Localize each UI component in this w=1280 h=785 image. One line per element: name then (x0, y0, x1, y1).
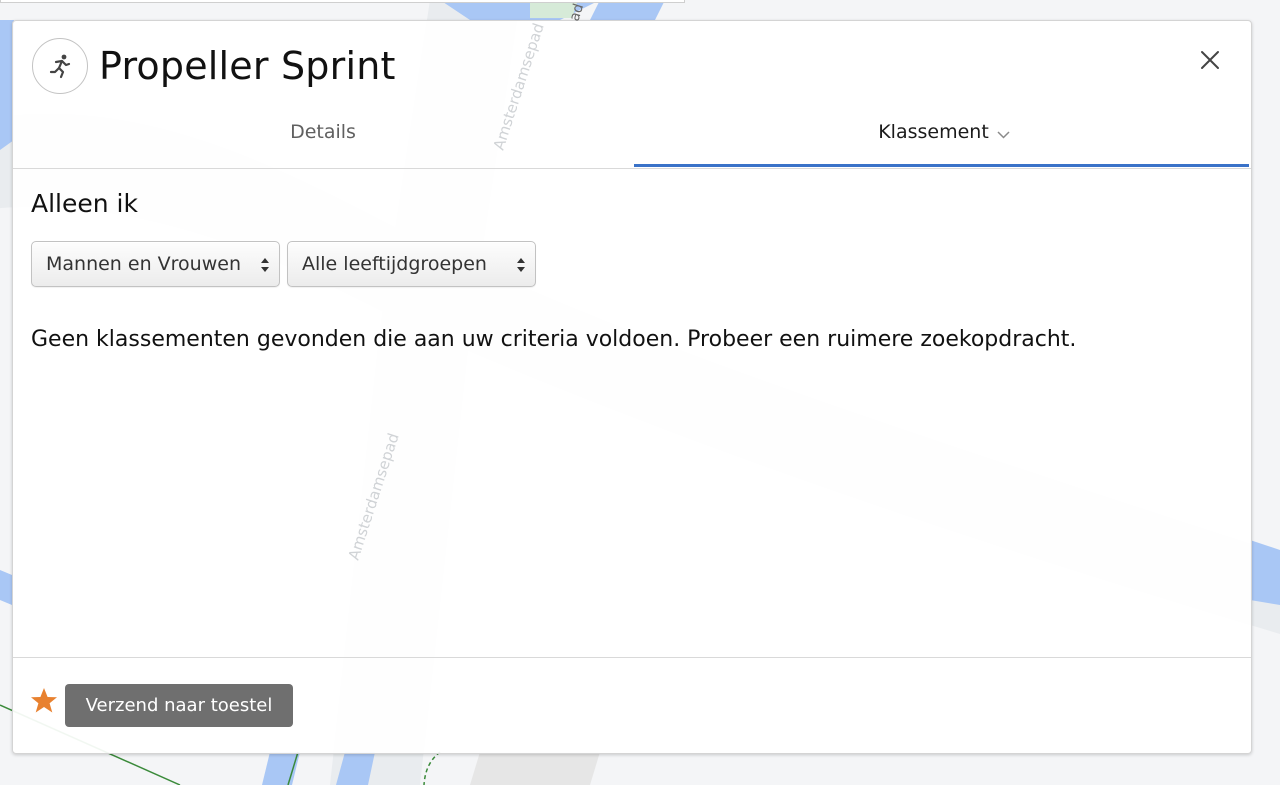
page-title: Propeller Sprint (99, 44, 396, 88)
street-label: ad (567, 2, 588, 24)
tab-klassement-label: Klassement (878, 120, 989, 143)
close-button[interactable] (1199, 49, 1221, 71)
map-top-label: ad (567, 2, 588, 24)
age-group-filter-value: Alle leeftijdgroepen (302, 253, 487, 275)
street-label: Amsterdamsepad (345, 431, 403, 562)
send-to-device-button[interactable]: Verzend naar toestel (65, 684, 293, 727)
star-icon[interactable] (29, 686, 59, 716)
activity-modal: Amsterdamsepad Amsterdamsepad Propeller … (12, 20, 1252, 754)
select-arrows-icon (517, 258, 525, 272)
gender-filter-select[interactable]: Mannen en Vrouwen (31, 241, 280, 287)
send-to-device-label: Verzend naar toestel (85, 695, 273, 716)
tab-klassement[interactable]: Klassement (634, 104, 1251, 159)
modal-footer: Verzend naar toestel (13, 657, 1251, 753)
activity-type-badge (32, 38, 88, 94)
age-group-filter-select[interactable]: Alle leeftijdgroepen (287, 241, 536, 287)
tab-bar: Details Klassement (13, 113, 1251, 169)
chevron-down-icon (997, 130, 1010, 139)
modal-header: Propeller Sprint (13, 21, 1251, 113)
tab-details[interactable]: Details (13, 104, 633, 159)
tab-details-label: Details (290, 120, 356, 143)
empty-state-message: Geen klassementen gevonden die aan uw cr… (31, 327, 1077, 352)
runner-icon (49, 54, 71, 79)
gender-filter-value: Mannen en Vrouwen (46, 253, 241, 275)
section-title: Alleen ik (31, 189, 138, 218)
close-icon (1201, 51, 1219, 69)
select-arrows-icon (261, 258, 269, 272)
active-tab-indicator (634, 164, 1249, 167)
